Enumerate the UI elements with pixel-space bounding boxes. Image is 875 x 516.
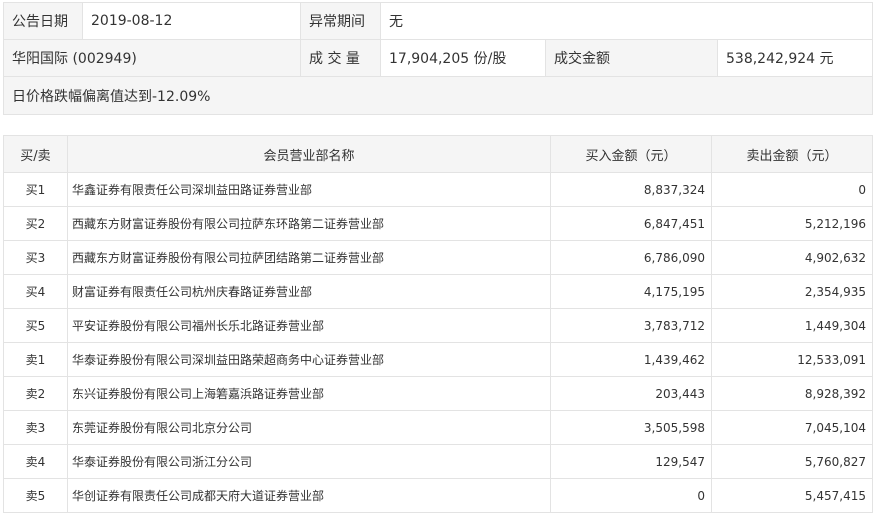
row-buy-amount: 6,847,451 <box>550 206 712 241</box>
row-buy-amount: 6,786,090 <box>550 240 712 275</box>
broker-trade-table: 买/卖 会员营业部名称 买入金额（元） 卖出金额（元） 买1 华鑫证券有限责任公… <box>3 135 873 513</box>
row-side: 卖4 <box>3 444 68 479</box>
amount-label: 成交金额 <box>545 39 718 77</box>
row-broker-name: 东兴证券股份有限公司上海箬嘉浜路证券营业部 <box>67 376 551 411</box>
table-row: 卖1 华泰证券股份有限公司深圳益田路荣超商务中心证券营业部 1,439,462 … <box>3 342 873 377</box>
row-broker-name: 西藏东方财富证券股份有限公司拉萨东环路第二证券营业部 <box>67 206 551 241</box>
header-side: 买/卖 <box>3 135 68 173</box>
header-broker-name: 会员营业部名称 <box>67 135 551 173</box>
row-sell-amount: 2,354,935 <box>711 274 873 309</box>
table-row: 买1 华鑫证券有限责任公司深圳益田路证券营业部 8,837,324 0 <box>3 172 873 207</box>
row-broker-name: 东莞证券股份有限公司北京分公司 <box>67 410 551 445</box>
row-side: 卖5 <box>3 478 68 513</box>
row-broker-name: 西藏东方财富证券股份有限公司拉萨团结路第二证券营业部 <box>67 240 551 275</box>
row-side: 买1 <box>3 172 68 207</box>
row-side: 买3 <box>3 240 68 275</box>
abnormal-period-value: 无 <box>379 2 874 40</box>
abnormal-period-label: 异常期间 <box>300 2 381 40</box>
info-row-reason: 日价格跌幅偏离值达到-12.09% <box>2 76 874 115</box>
header-buy-amount: 买入金额（元） <box>550 135 712 173</box>
row-buy-amount: 0 <box>550 478 712 513</box>
row-side: 买5 <box>3 308 68 343</box>
row-sell-amount: 1,449,304 <box>711 308 873 343</box>
row-broker-name: 华创证券有限责任公司成都天府大道证券营业部 <box>67 478 551 513</box>
row-sell-amount: 5,760,827 <box>711 444 873 479</box>
table-row: 卖2 东兴证券股份有限公司上海箬嘉浜路证券营业部 203,443 8,928,3… <box>3 376 873 411</box>
row-sell-amount: 5,212,196 <box>711 206 873 241</box>
row-broker-name: 华鑫证券有限责任公司深圳益田路证券营业部 <box>67 172 551 207</box>
row-sell-amount: 0 <box>711 172 873 207</box>
announce-date-label: 公告日期 <box>3 2 83 40</box>
row-sell-amount: 8,928,392 <box>711 376 873 411</box>
volume-label: 成 交 量 <box>300 39 381 77</box>
header-sell-amount: 卖出金额（元） <box>711 135 873 173</box>
announce-date-value: 2019-08-12 <box>82 2 301 40</box>
table-row: 买4 财富证券有限责任公司杭州庆春路证券营业部 4,175,195 2,354,… <box>3 274 873 309</box>
row-sell-amount: 7,045,104 <box>711 410 873 445</box>
info-row-stock: 华阳国际 (002949) 成 交 量 17,904,205 份/股 成交金额 … <box>3 39 874 77</box>
trade-header-row: 买/卖 会员营业部名称 买入金额（元） 卖出金额（元） <box>3 135 873 173</box>
row-buy-amount: 3,505,598 <box>550 410 712 445</box>
row-sell-amount: 4,902,632 <box>711 240 873 275</box>
row-buy-amount: 8,837,324 <box>550 172 712 207</box>
table-row: 卖4 华泰证券股份有限公司浙江分公司 129,547 5,760,827 <box>3 444 873 479</box>
row-side: 卖1 <box>3 342 68 377</box>
row-buy-amount: 1,439,462 <box>550 342 712 377</box>
row-broker-name: 华泰证券股份有限公司深圳益田路荣超商务中心证券营业部 <box>67 342 551 377</box>
table-row: 买5 平安证券股份有限公司福州长乐北路证券营业部 3,783,712 1,449… <box>3 308 873 343</box>
table-row: 卖5 华创证券有限责任公司成都天府大道证券营业部 0 5,457,415 <box>3 478 873 513</box>
stock-name: 华阳国际 (002949) <box>3 39 301 77</box>
row-broker-name: 财富证券有限责任公司杭州庆春路证券营业部 <box>67 274 551 309</box>
table-row: 买3 西藏东方财富证券股份有限公司拉萨团结路第二证券营业部 6,786,090 … <box>3 240 873 275</box>
row-sell-amount: 12,533,091 <box>711 342 873 377</box>
info-row-date: 公告日期 2019-08-12 异常期间 无 <box>3 2 874 40</box>
row-side: 卖2 <box>3 376 68 411</box>
row-buy-amount: 129,547 <box>550 444 712 479</box>
amount-value: 538,242,924 元 <box>716 39 874 77</box>
table-row: 买2 西藏东方财富证券股份有限公司拉萨东环路第二证券营业部 6,847,451 … <box>3 206 873 241</box>
table-row: 卖3 东莞证券股份有限公司北京分公司 3,505,598 7,045,104 <box>3 410 873 445</box>
abnormal-reason: 日价格跌幅偏离值达到-12.09% <box>2 76 874 115</box>
volume-value: 17,904,205 份/股 <box>380 39 546 77</box>
row-buy-amount: 203,443 <box>550 376 712 411</box>
row-buy-amount: 4,175,195 <box>550 274 712 309</box>
row-side: 买4 <box>3 274 68 309</box>
row-broker-name: 平安证券股份有限公司福州长乐北路证券营业部 <box>67 308 551 343</box>
row-side: 卖3 <box>3 410 68 445</box>
row-sell-amount: 5,457,415 <box>711 478 873 513</box>
row-side: 买2 <box>3 206 68 241</box>
row-buy-amount: 3,783,712 <box>550 308 712 343</box>
row-broker-name: 华泰证券股份有限公司浙江分公司 <box>67 444 551 479</box>
stock-info-table: 公告日期 2019-08-12 异常期间 无 华阳国际 (002949) 成 交… <box>2 2 874 115</box>
